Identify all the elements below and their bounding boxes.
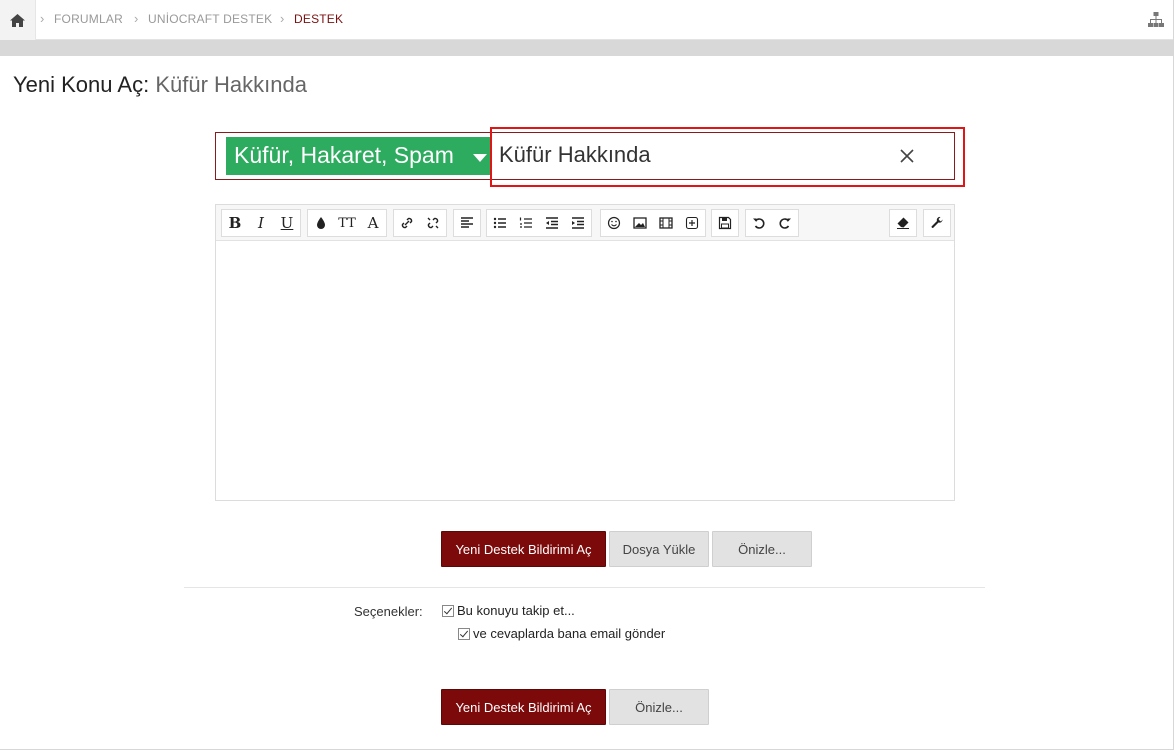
watch-thread-option[interactable]: Bu konuyu takip et... xyxy=(442,603,575,618)
link-button[interactable] xyxy=(394,210,420,236)
page: › FORUMLAR › UNİOCRAFT DESTEK › DESTEK Y… xyxy=(0,0,1174,750)
prefix-label: Küfür, Hakaret, Spam xyxy=(234,142,454,168)
undo-button[interactable] xyxy=(746,210,772,236)
breadcrumb-item-destek[interactable]: DESTEK xyxy=(294,12,343,26)
outdent-icon xyxy=(546,217,558,229)
prefix-dropdown[interactable]: Küfür, Hakaret, Spam xyxy=(226,137,491,175)
thread-title-row: Küfür, Hakaret, Spam xyxy=(215,132,955,180)
editor-toolbar: B I U TT A xyxy=(216,205,954,241)
smiley-button[interactable] xyxy=(601,210,627,236)
align-button[interactable] xyxy=(454,210,480,236)
toolbar-group-tools xyxy=(923,209,951,237)
page-title-thread: Küfür Hakkında xyxy=(155,72,307,97)
underline-button[interactable]: U xyxy=(274,210,300,236)
section-divider xyxy=(184,587,985,588)
bbcode-toggle-button[interactable] xyxy=(924,210,950,236)
email-notify-label: ve cevaplarda bana email gönder xyxy=(473,626,666,641)
watch-thread-label: Bu konuyu takip et... xyxy=(457,603,575,618)
film-icon xyxy=(659,217,673,229)
media-button[interactable] xyxy=(653,210,679,236)
numbered-list-icon xyxy=(519,217,532,228)
breadcrumb: › FORUMLAR › UNİOCRAFT DESTEK › DESTEK xyxy=(0,0,1173,40)
link-icon xyxy=(401,217,413,229)
sitemap-icon[interactable] xyxy=(1147,11,1165,29)
smiley-icon xyxy=(607,216,621,230)
email-notify-option[interactable]: ve cevaplarda bana email gönder xyxy=(458,626,665,641)
page-title-prefix: Yeni Konu Aç: xyxy=(13,72,150,97)
indent-icon xyxy=(572,217,584,229)
outdent-button[interactable] xyxy=(539,210,565,236)
toolbar-group-format: B I U xyxy=(221,209,301,237)
page-title: Yeni Konu Aç: Küfür Hakkında xyxy=(13,72,307,98)
upload-file-button[interactable]: Dosya Yükle xyxy=(609,531,709,567)
undo-icon xyxy=(753,218,765,229)
options-label: Seçenekler: xyxy=(354,604,423,619)
redo-button[interactable] xyxy=(772,210,798,236)
chevron-right-icon: › xyxy=(40,11,45,26)
remove-format-button[interactable] xyxy=(890,210,916,236)
bullet-list-button[interactable] xyxy=(487,210,513,236)
preview-button-bottom[interactable]: Önizle... xyxy=(609,689,709,725)
bullet-list-icon xyxy=(493,217,506,229)
plus-square-icon xyxy=(685,216,699,230)
submit-button-bottom[interactable]: Yeni Destek Bildirimi Aç xyxy=(441,689,606,725)
caret-down-icon xyxy=(473,154,487,162)
preview-button[interactable]: Önizle... xyxy=(712,531,812,567)
toolbar-group-font: TT A xyxy=(307,209,387,237)
toolbar-group-links xyxy=(393,209,447,237)
font-size-button[interactable]: TT xyxy=(334,210,360,236)
message-editor: B I U TT A xyxy=(215,204,955,501)
toolbar-group-history xyxy=(745,209,799,237)
save-icon xyxy=(718,216,732,230)
thread-title-input[interactable] xyxy=(499,135,899,175)
indent-button[interactable] xyxy=(565,210,591,236)
image-icon xyxy=(633,217,647,229)
toolbar-group-clear xyxy=(889,209,917,237)
text-color-button[interactable] xyxy=(308,210,334,236)
editor-content-area[interactable] xyxy=(216,241,954,500)
bold-button[interactable]: B xyxy=(222,210,248,236)
chevron-right-icon: › xyxy=(134,11,139,26)
watch-thread-checkbox[interactable] xyxy=(442,604,454,617)
unlink-button[interactable] xyxy=(420,210,446,236)
font-family-button[interactable]: A xyxy=(360,210,386,236)
breadcrumb-item-uniocraft-destek[interactable]: UNİOCRAFT DESTEK xyxy=(148,12,272,26)
insert-more-button[interactable] xyxy=(679,210,705,236)
home-button[interactable] xyxy=(0,0,36,40)
align-left-icon xyxy=(461,217,473,228)
toolbar-group-lists xyxy=(486,209,592,237)
redo-icon xyxy=(779,218,791,229)
email-notify-checkbox[interactable] xyxy=(458,627,470,640)
wrench-icon xyxy=(931,216,943,229)
submit-button[interactable]: Yeni Destek Bildirimi Aç xyxy=(441,531,606,567)
toolbar-group-align xyxy=(453,209,481,237)
image-button[interactable] xyxy=(627,210,653,236)
chevron-right-icon: › xyxy=(280,11,285,26)
eraser-icon xyxy=(897,217,909,229)
italic-button[interactable]: I xyxy=(248,210,274,236)
header-divider-bar xyxy=(0,40,1173,56)
toolbar-group-save xyxy=(711,209,739,237)
numbered-list-button[interactable] xyxy=(513,210,539,236)
breadcrumb-item-forumlar[interactable]: FORUMLAR xyxy=(54,12,123,26)
toolbar-group-insert xyxy=(600,209,706,237)
droplet-icon xyxy=(317,217,325,229)
home-icon xyxy=(10,13,25,27)
save-draft-button[interactable] xyxy=(712,210,738,236)
unlink-icon xyxy=(427,217,439,229)
close-icon[interactable] xyxy=(898,147,916,165)
